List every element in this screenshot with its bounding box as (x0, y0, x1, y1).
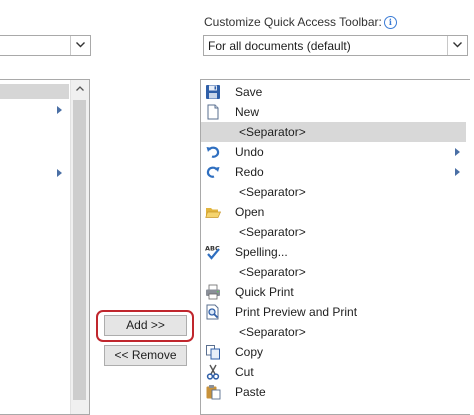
open-folder-icon (205, 204, 222, 220)
available-commands-list[interactable] (0, 79, 90, 415)
list-item-undo[interactable]: Undo (201, 142, 466, 162)
list-item-selected[interactable] (0, 84, 69, 99)
list-item-print-preview[interactable]: Print Preview and Print (201, 302, 466, 322)
customize-toolbar-label-text: Customize Quick Access Toolbar: (204, 15, 382, 29)
list-item-label: <Separator> (239, 125, 306, 139)
info-icon[interactable]: i (383, 16, 397, 29)
list-item-separator[interactable]: <Separator> (201, 262, 466, 282)
list-item-separator[interactable]: <Separator> (201, 182, 466, 202)
quick-print-icon (205, 284, 221, 300)
list-item-label: <Separator> (239, 185, 306, 199)
scope-dropdown-value: For all documents (default) (208, 39, 351, 53)
list-item-cut[interactable]: Cut (201, 362, 466, 382)
list-item-label: Cut (235, 365, 254, 379)
list-item-spelling[interactable]: ABC Spelling... (201, 242, 466, 262)
chevron-down-icon[interactable] (70, 36, 90, 55)
undo-icon (205, 144, 221, 160)
list-item-separator[interactable]: <Separator> (201, 322, 466, 342)
redo-icon (205, 164, 221, 180)
add-button[interactable]: Add >> (104, 315, 187, 336)
paste-icon (205, 384, 221, 400)
scroll-up-icon[interactable] (71, 80, 89, 98)
list-item-new[interactable]: New (201, 102, 466, 122)
list-item-label: Spelling... (235, 245, 288, 259)
list-item-label: Save (235, 85, 263, 99)
scrollbar-thumb[interactable] (73, 100, 86, 400)
cut-icon (205, 364, 221, 380)
list-item-redo[interactable]: Redo (201, 162, 466, 182)
submenu-arrow-icon (455, 168, 460, 176)
spelling-icon: ABC (205, 244, 221, 260)
submenu-arrow-icon (57, 169, 62, 177)
list-item-open[interactable]: Open (201, 202, 466, 222)
customize-scope-dropdown[interactable]: For all documents (default) (203, 35, 468, 56)
list-item-label: Undo (235, 145, 264, 159)
list-item-label: <Separator> (239, 265, 306, 279)
list-item-label: <Separator> (239, 325, 306, 339)
list-item-label: Copy (235, 345, 264, 359)
list-item-label: New (235, 105, 260, 119)
customize-toolbar-label: Customize Quick Access Toolbar: i (204, 15, 397, 29)
remove-button[interactable]: << Remove (104, 345, 187, 366)
list-item-label: Redo (235, 165, 264, 179)
submenu-arrow-icon (455, 148, 460, 156)
list-item-save[interactable]: Save (201, 82, 466, 102)
list-item-quick-print[interactable]: Quick Print (201, 282, 466, 302)
print-preview-icon (205, 304, 221, 320)
list-item-label: Paste (235, 385, 266, 399)
list-item-label: Print Preview and Print (235, 305, 358, 319)
list-item-separator[interactable]: <Separator> (201, 222, 466, 242)
left-category-dropdown[interactable] (0, 35, 91, 56)
new-document-icon (205, 104, 221, 120)
list-item-label: <Separator> (239, 225, 306, 239)
copy-icon (205, 344, 221, 360)
list-item-copy[interactable]: Copy (201, 342, 466, 362)
list-item-paste[interactable]: Paste (201, 382, 466, 402)
left-list-scrollbar[interactable] (70, 80, 89, 414)
toolbar-commands-list[interactable]: Save New <Separator> Undo Redo <Separato… (200, 79, 470, 415)
save-icon (205, 84, 221, 100)
chevron-down-icon[interactable] (447, 36, 467, 55)
submenu-arrow-icon (57, 106, 62, 114)
list-item-label: Quick Print (235, 285, 294, 299)
list-item-separator[interactable]: <Separator> (201, 122, 466, 142)
list-item-label: Open (235, 205, 265, 219)
